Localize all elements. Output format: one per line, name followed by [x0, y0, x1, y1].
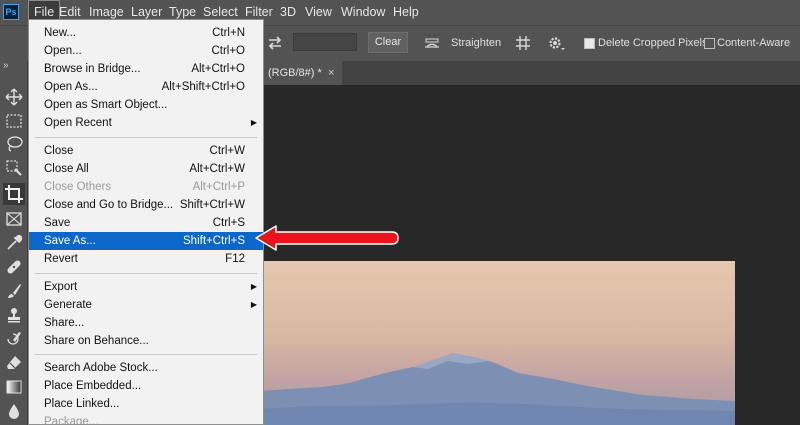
menu-item-search-adobe-stock[interactable]: Search Adobe Stock...	[29, 359, 263, 377]
menu-window[interactable]: Window	[336, 0, 390, 25]
quick-selection-tool-icon[interactable]	[5, 159, 23, 177]
content-aware-label[interactable]: Content-Aware	[717, 37, 790, 49]
delete-cropped-checkbox[interactable]	[584, 38, 595, 49]
menu-item-place-embedded[interactable]: Place Embedded...	[29, 377, 263, 395]
move-tool-icon[interactable]	[5, 88, 23, 106]
panel-collapse-icon[interactable]: »	[3, 61, 9, 71]
menu-item-close-others: Close Others Alt+Ctrl+P	[44, 181, 245, 193]
tools-panel: »	[0, 61, 28, 425]
menu-item-close[interactable]: Close Ctrl+W	[29, 142, 263, 160]
menu-separator	[35, 273, 257, 274]
menu-item-package: Package...	[44, 416, 99, 425]
history-brush-tool-icon[interactable]	[5, 330, 23, 348]
document-tab[interactable]: (RGB/8#) * ×	[262, 61, 342, 85]
submenu-arrow-icon: ▶	[250, 282, 257, 291]
healing-brush-tool-icon[interactable]	[5, 258, 23, 276]
blur-tool-icon[interactable]	[5, 402, 23, 420]
gradient-tool-icon[interactable]	[5, 378, 23, 396]
content-aware-checkbox[interactable]	[704, 38, 715, 49]
eyedropper-tool-icon[interactable]	[5, 234, 23, 252]
menu-view[interactable]: View	[300, 0, 337, 25]
menu-item-share-on-behance[interactable]: Share on Behance...	[29, 332, 263, 350]
file-menu-dropdown: New... Ctrl+N Open... Ctrl+O Browse in B…	[28, 19, 264, 425]
rotate-swap-icon[interactable]	[266, 34, 284, 52]
grid-overlay-icon[interactable]	[514, 34, 532, 52]
menu-item-new[interactable]: New... Ctrl+N	[29, 24, 263, 42]
menu-item-save[interactable]: Save Ctrl+S	[29, 214, 263, 232]
eraser-tool-icon[interactable]	[5, 354, 23, 372]
menu-item-share[interactable]: Share...	[29, 314, 263, 332]
menu-item-open-as-smart-object[interactable]: Open as Smart Object...	[29, 96, 263, 114]
delete-cropped-label[interactable]: Delete Cropped Pixels	[598, 37, 707, 49]
clear-button[interactable]: Clear	[368, 32, 408, 53]
menu-item-close-all[interactable]: Close All Alt+Ctrl+W	[29, 160, 263, 178]
close-icon[interactable]: ×	[328, 61, 334, 85]
lasso-tool-icon[interactable]	[5, 135, 23, 153]
menu-item-generate[interactable]: Generate ▶	[29, 296, 263, 314]
gear-icon[interactable]	[546, 34, 566, 52]
frame-tool-icon[interactable]	[5, 210, 23, 228]
document-tab-label: (RGB/8#) *	[268, 67, 322, 79]
brush-tool-icon[interactable]	[5, 282, 23, 300]
menu-item-export[interactable]: Export ▶	[29, 278, 263, 296]
straighten-label[interactable]: Straighten	[451, 37, 501, 49]
document-image	[263, 261, 735, 425]
menu-separator	[35, 354, 257, 355]
menu-item-close-and-go-to-bridge[interactable]: Close and Go to Bridge... Shift+Ctrl+W	[29, 196, 263, 214]
submenu-arrow-icon: ▶	[250, 300, 257, 309]
menu-item-save-as[interactable]: Save As... Shift+Ctrl+S	[29, 232, 263, 250]
menu-item-revert[interactable]: Revert F12	[29, 250, 263, 268]
menu-3d[interactable]: 3D	[275, 0, 301, 25]
photoshop-logo[interactable]: Ps	[3, 4, 19, 20]
mountain-landscape-image	[263, 353, 735, 425]
menu-item-open-as[interactable]: Open As... Alt+Shift+Ctrl+O	[29, 78, 263, 96]
straighten-icon[interactable]	[423, 35, 441, 49]
menu-item-open-recent[interactable]: Open Recent ▶	[29, 114, 263, 132]
aspect-ratio-field[interactable]	[293, 33, 357, 51]
marquee-tool-icon[interactable]	[5, 112, 23, 130]
clone-stamp-tool-icon[interactable]	[5, 306, 23, 324]
crop-tool-icon[interactable]	[3, 183, 25, 205]
menu-item-place-linked[interactable]: Place Linked...	[29, 395, 263, 413]
menu-help[interactable]: Help	[388, 0, 424, 25]
submenu-arrow-icon: ▶	[250, 118, 257, 127]
menu-separator	[35, 137, 257, 138]
menu-item-browse-in-bridge[interactable]: Browse in Bridge... Alt+Ctrl+O	[29, 60, 263, 78]
menu-item-open[interactable]: Open... Ctrl+O	[29, 42, 263, 60]
